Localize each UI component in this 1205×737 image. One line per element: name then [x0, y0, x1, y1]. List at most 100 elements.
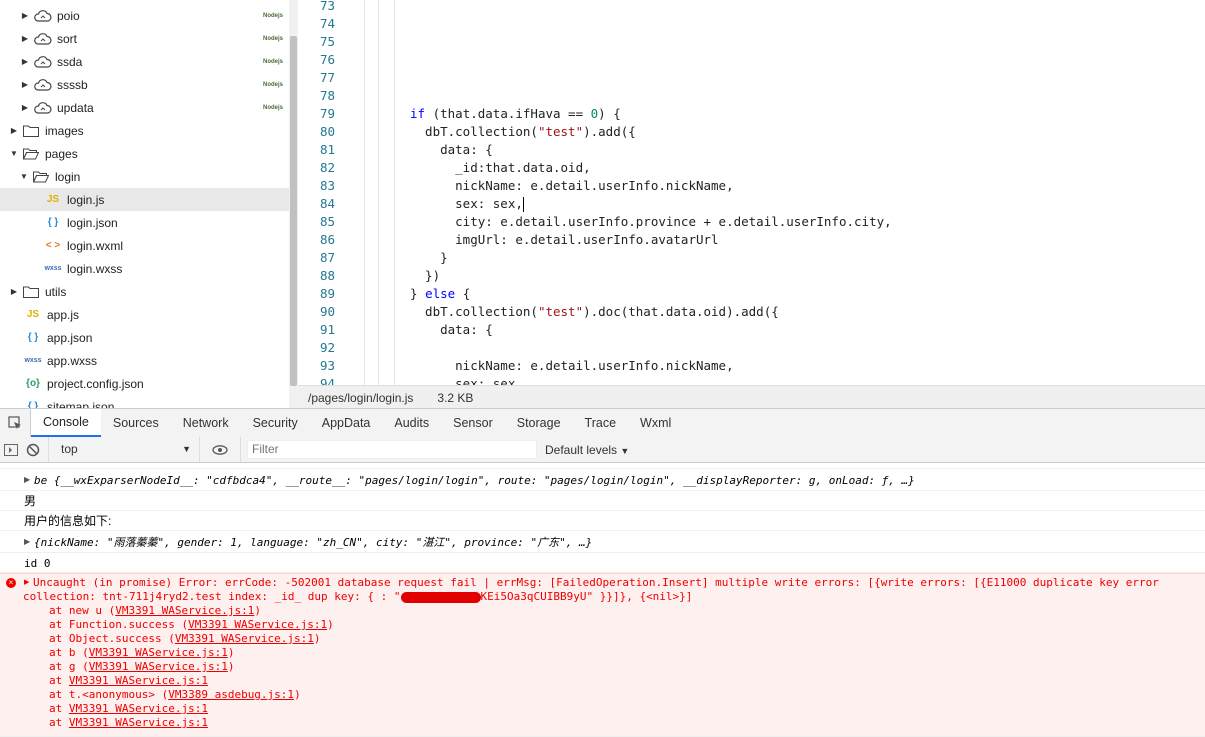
expand-arrow-icon[interactable]: ▶	[24, 531, 30, 553]
cloud-function-icon	[34, 9, 52, 22]
clear-console-icon[interactable]	[22, 437, 44, 462]
line-number: 77	[319, 70, 335, 85]
tree-item-login[interactable]: ▼ login	[0, 165, 289, 188]
code-line: })	[410, 268, 441, 283]
chevron-right-icon[interactable]: ▶	[20, 103, 30, 112]
tree-item-login-json[interactable]: { } login.json	[0, 211, 289, 234]
tree-item-sitemap-json[interactable]: { } sitemap.json	[0, 395, 289, 409]
cfg-file-icon: {o}	[26, 378, 40, 389]
code-line: dbT.collection("test").doc(that.data.oid…	[410, 304, 779, 319]
line-number: 94	[319, 376, 335, 385]
scrollbar-thumb[interactable]	[290, 36, 297, 386]
tree-item-utils[interactable]: ▶ utils	[0, 280, 289, 303]
line-number: 90	[319, 304, 335, 319]
tree-item-login-wxml[interactable]: < > login.wxml	[0, 234, 289, 257]
chevron-down-icon[interactable]: ▼	[19, 172, 29, 181]
stack-frame-link[interactable]: VM3391 WAService.js:1	[69, 674, 208, 687]
file-tree: ▶ poio Nodejs ▶ sort Nodejs ▶ ssda Nodejs ▶ ssssb N…	[0, 0, 289, 408]
tree-item-pages[interactable]: ▼ pages	[0, 142, 289, 165]
chevron-right-icon[interactable]: ▶	[20, 80, 30, 89]
tab-wxml[interactable]: Wxml	[628, 409, 683, 437]
chevron-right-icon[interactable]: ▶	[9, 287, 19, 296]
tree-item-label: pages	[45, 146, 78, 161]
ide-top-area: ▶ poio Nodejs ▶ sort Nodejs ▶ ssda Nodejs ▶ ssssb N…	[0, 0, 1205, 409]
folder-open-icon	[33, 171, 49, 183]
folder-icon	[23, 125, 39, 137]
expand-arrow-icon[interactable]: ▶	[24, 469, 30, 491]
code-line: data: {	[410, 322, 493, 337]
log-levels-label: Default levels	[545, 442, 618, 457]
stack-frame-link[interactable]: VM3391 WAService.js:1	[115, 604, 254, 617]
line-number: 75	[319, 34, 335, 49]
error-expand-arrow-icon[interactable]: ▶	[24, 578, 29, 586]
tree-item-label: ssda	[57, 54, 83, 69]
stack-frame-link[interactable]: VM3391 WAService.js:1	[89, 646, 228, 659]
tree-item-label: sort	[57, 31, 78, 46]
chevron-right-icon[interactable]: ▶	[20, 11, 30, 20]
tab-network[interactable]: Network	[171, 409, 241, 437]
editor-status-bar: /pages/login/login.js 3.2 KB	[298, 385, 1205, 409]
stack-frame-link[interactable]: VM3391 WAService.js:1	[89, 660, 228, 673]
folder-open-icon	[23, 148, 39, 160]
stack-frame-link[interactable]: VM3391 WAService.js:1	[69, 702, 208, 715]
tree-item-images[interactable]: ▶ images	[0, 119, 289, 142]
tab-appdata[interactable]: AppData	[310, 409, 383, 437]
tab-storage[interactable]: Storage	[505, 409, 573, 437]
stack-frame: at b (VM3391 WAService.js:1)	[49, 646, 235, 659]
tree-item-app-js[interactable]: JS app.js	[0, 303, 289, 326]
stack-frame-link[interactable]: VM3391 WAService.js:1	[175, 632, 314, 645]
live-expression-eye-icon[interactable]	[199, 437, 241, 462]
code-line: city: e.detail.userInfo.province + e.det…	[410, 214, 892, 229]
tree-item-project-config-json[interactable]: {o} project.config.json	[0, 372, 289, 395]
line-number: 74	[319, 16, 335, 31]
tab-trace[interactable]: Trace	[573, 409, 629, 437]
be-object-log: be {__wxExparserNodeId__: "cdfbdca4", __…	[34, 474, 915, 487]
tree-item-ssssb[interactable]: ▶ ssssb Nodejs	[0, 73, 289, 96]
tree-item-updata[interactable]: ▶ updata Nodejs	[0, 96, 289, 119]
tab-audits[interactable]: Audits	[382, 409, 441, 437]
tree-item-sort[interactable]: ▶ sort Nodejs	[0, 27, 289, 50]
tree-item-label: ssssb	[57, 77, 88, 92]
tree-item-app-json[interactable]: { } app.json	[0, 326, 289, 349]
stack-frame-link[interactable]: VM3391 WAService.js:1	[69, 716, 208, 729]
log-levels-dropdown[interactable]: Default levels ▼	[545, 443, 629, 457]
context-selector[interactable]: top ▼	[48, 437, 199, 462]
tree-item-poio[interactable]: ▶ poio Nodejs	[0, 4, 289, 27]
stack-frame: at VM3391 WAService.js:1	[49, 702, 208, 715]
json-file-icon: { }	[27, 401, 39, 408]
tab-console[interactable]: Console	[31, 409, 101, 437]
tree-item-label: login	[55, 169, 81, 184]
console-row-sex: 男	[0, 491, 1205, 511]
chevron-right-icon[interactable]: ▶	[20, 34, 30, 43]
chevron-right-icon[interactable]: ▶	[20, 57, 30, 66]
tree-item-label: app.json	[47, 330, 93, 345]
chevron-down-icon[interactable]: ▼	[9, 149, 19, 158]
tree-item-label: project.config.json	[47, 376, 144, 391]
userinfo-object-log: {nickName: "雨落蓁蓁", gender: 1, language: …	[34, 536, 593, 549]
tree-item-label: images	[45, 123, 84, 138]
tree-item-app-wxss[interactable]: wxss app.wxss	[0, 349, 289, 372]
console-row-be[interactable]: ▶ be {__wxExparserNodeId__: "cdfbdca4", …	[0, 469, 1205, 491]
tree-item-login-wxss[interactable]: wxss login.wxss	[0, 257, 289, 280]
console-filter-input[interactable]	[247, 440, 537, 459]
console-row-userinfo[interactable]: ▶ {nickName: "雨落蓁蓁", gender: 1, language…	[0, 531, 1205, 553]
tree-item-label: login.wxml	[67, 238, 124, 253]
context-label: top	[61, 442, 78, 456]
chevron-right-icon[interactable]: ▶	[9, 126, 19, 135]
stack-frame-link[interactable]: VM3391 WAService.js:1	[188, 618, 327, 631]
tree-item-login-js[interactable]: JS login.js	[0, 188, 289, 211]
sidebar-toggle-icon[interactable]	[0, 437, 22, 462]
file-tree-scrollbar[interactable]	[289, 0, 298, 408]
inspect-element-icon[interactable]	[0, 409, 31, 437]
tab-sources[interactable]: Sources	[101, 409, 171, 437]
tab-security[interactable]: Security	[241, 409, 310, 437]
line-number-gutter: 73 74 75 76 77 78 79 80 81 82 83 84 85 86 87 88 89 90 91 92…	[298, 0, 365, 385]
nodejs-badge-icon: Nodejs	[263, 81, 284, 88]
stack-frame-link[interactable]: VM3389 asdebug.js:1	[168, 688, 294, 701]
line-number: 78	[319, 88, 335, 103]
tree-item-ssda[interactable]: ▶ ssda Nodejs	[0, 50, 289, 73]
tab-sensor[interactable]: Sensor	[441, 409, 505, 437]
stack-frame: at t.<anonymous> (VM3389 asdebug.js:1)	[49, 688, 301, 701]
tree-item-label: updata	[57, 100, 94, 115]
code-editor[interactable]: 73 74 75 76 77 78 79 80 81 82 83 84 85 86 87 88 89 90 91 92…	[298, 0, 1205, 385]
